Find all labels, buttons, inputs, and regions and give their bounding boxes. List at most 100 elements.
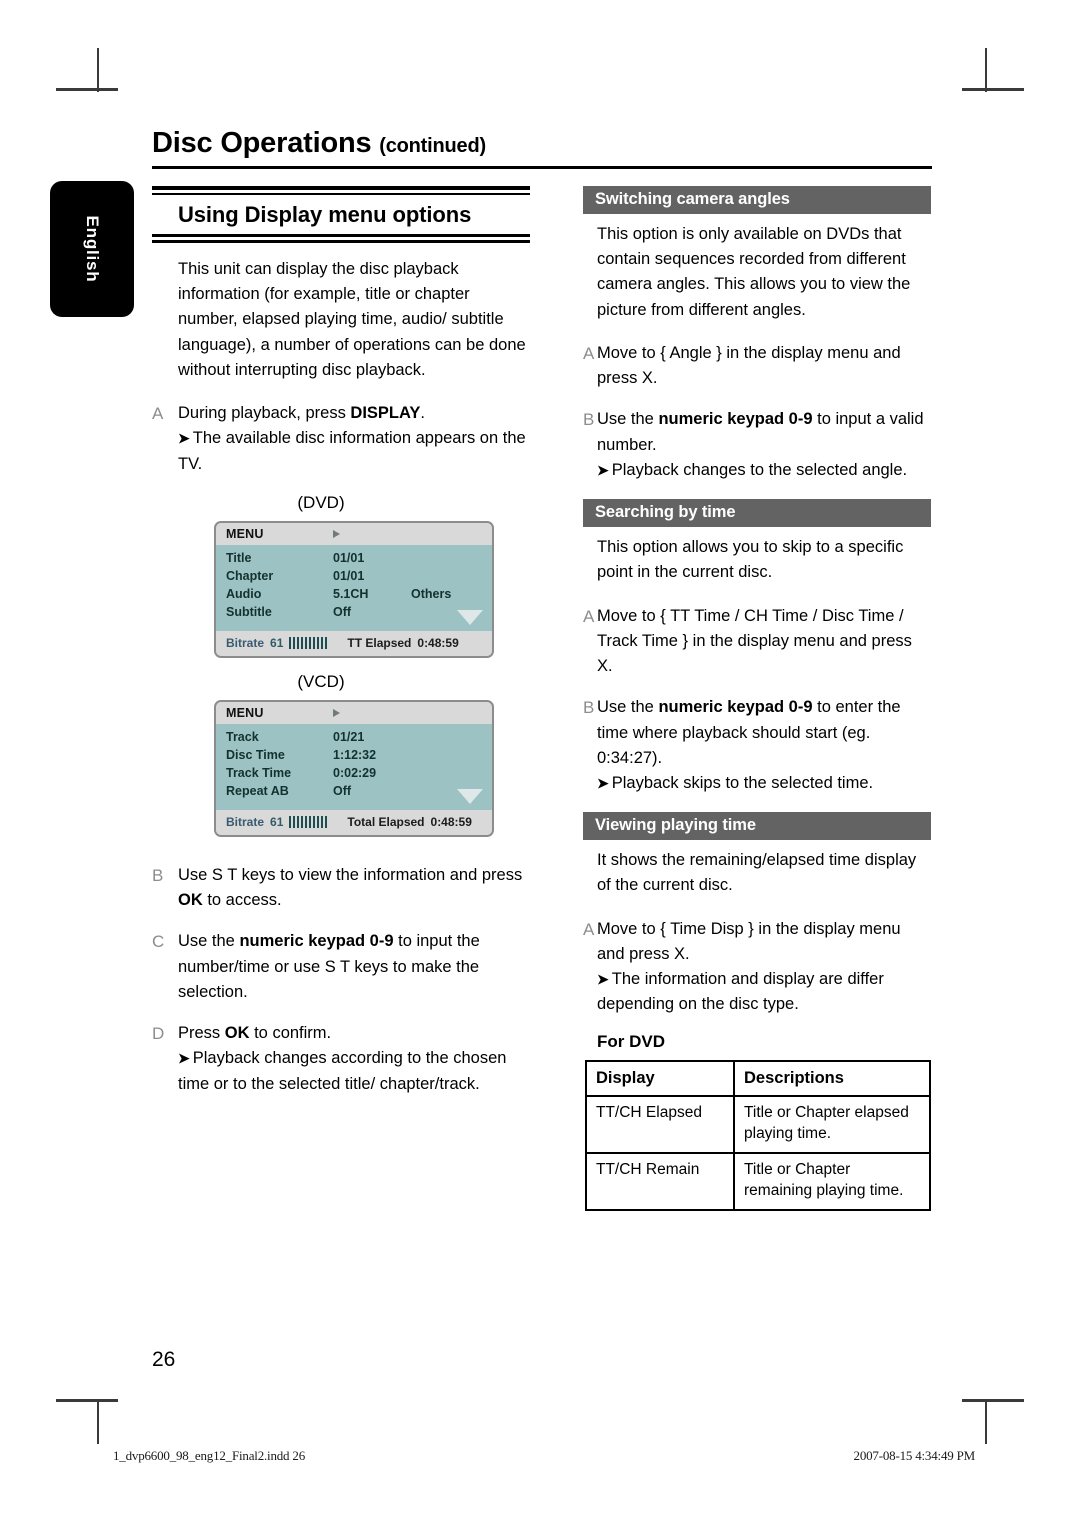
table-cell-display: TT/CH Elapsed: [585, 1094, 735, 1154]
crop-mark-bottom-right-vertical: [985, 1400, 987, 1444]
section-heading-searching-by-time: Searching by time: [583, 499, 931, 528]
step-text-before: Use the: [597, 698, 659, 717]
step-bold-term: OK: [224, 1024, 250, 1043]
page-title-continued: (continued): [379, 135, 486, 157]
step-marker: A: [152, 404, 164, 424]
page-number: 26: [152, 1348, 176, 1371]
osd-time-value: 0:48:59: [430, 815, 472, 830]
footer-filename: 1_dvp6600_98_eng12_Final2.indd 26: [113, 1448, 306, 1463]
step-arrow-note-line: ➤ Playback changes to the selected angle.: [597, 458, 931, 483]
crop-mark-bottom-left-horizontal: [56, 1399, 118, 1402]
step-marker: C: [152, 932, 165, 952]
step-text-before: Use the: [178, 932, 240, 951]
osd-row-key: Chapter: [226, 568, 274, 583]
step-text-before: Use the: [597, 410, 659, 429]
osd-bitrate-label: Bitrate: [226, 636, 265, 651]
angles-step-b: B Use the numeric keypad 0-9 to input a …: [583, 407, 931, 483]
section-title: Using Display menu options: [178, 202, 472, 227]
section-intro: This option allows you to skip to a spec…: [597, 538, 904, 582]
table-row: TT/CH Remain Title or Chapter remaining …: [585, 1151, 931, 1211]
table-header-row: Display Descriptions: [585, 1059, 931, 1097]
step-marker: A: [583, 606, 595, 626]
step-arrow-note-line: ➤ Playback skips to the selected time.: [597, 771, 931, 796]
play-triangle-icon: [333, 708, 340, 717]
step-arrow-note-line: ➤ Playback changes according to the chose…: [178, 1046, 530, 1096]
osd-row-value: 0:02:29: [333, 765, 377, 780]
osd-row: Repeat AB Off: [216, 782, 492, 800]
crop-mark-top-left-horizontal: [56, 88, 118, 91]
osd-header: MENU: [216, 522, 492, 545]
osd-row-value: Off: [333, 783, 352, 798]
osd-bitrate-label: Bitrate: [226, 815, 265, 830]
arrow-icon: ➤: [597, 461, 609, 478]
right-column: Switching camera angles This option is o…: [583, 186, 931, 1211]
step-b: B Use S T keys to view the information a…: [152, 863, 530, 913]
arrow-icon: ➤: [597, 971, 609, 988]
osd-row-value: 01/01: [333, 568, 365, 583]
section-title-block: Using Display menu options: [152, 186, 530, 243]
osd-row-key: Subtitle: [226, 604, 272, 619]
arrow-icon: ➤: [178, 1050, 190, 1067]
page-title-main: Disc Operations: [152, 127, 372, 159]
osd-header: MENU: [216, 701, 492, 724]
osd-row-key: Audio: [226, 586, 262, 601]
page-title-rule: [152, 166, 932, 170]
search-step-b: B Use the numeric keypad 0-9 to enter th…: [583, 695, 931, 796]
step-text-after: to confirm.: [249, 1024, 332, 1043]
vcd-figure-caption: (VCD): [297, 671, 345, 691]
crop-mark-bottom-right-horizontal: [962, 1399, 1024, 1402]
crop-mark-bottom-left-vertical: [97, 1400, 99, 1444]
step-marker: A: [583, 919, 595, 939]
step-a: A During playback, press DISPLAY. ➤ The a…: [152, 401, 530, 477]
osd-menu-label: MENU: [226, 526, 264, 541]
step-bold-term: numeric keypad 0-9: [658, 410, 813, 429]
step-marker: D: [152, 1024, 165, 1044]
osd-time-label: Total Elapsed: [347, 815, 425, 830]
osd-rows: Track 01/21 Disc Time 1:12:32 Track Time…: [216, 724, 492, 810]
osd-row: Subtitle Off: [216, 603, 492, 621]
step-text-before: Move to { Time Disp } in the display men…: [597, 919, 901, 963]
table-cell-display: TT/CH Remain: [585, 1151, 735, 1211]
arrow-icon: ➤: [597, 774, 609, 791]
page-title: Disc Operations (continued): [152, 128, 932, 158]
arrow-icon: ➤: [178, 430, 190, 447]
bitrate-bars-icon: [289, 637, 330, 650]
step-arrow-note: Playback changes to the selected angle.: [611, 460, 908, 479]
section-heading-viewing-playing-time: Viewing playing time: [583, 812, 931, 841]
osd-row-key: Repeat AB: [226, 783, 289, 798]
section-heading-switching-camera-angles: Switching camera angles: [583, 186, 931, 214]
step-arrow-note: Playback changes according to the chosen…: [178, 1049, 507, 1093]
step-bold-term: OK: [178, 891, 203, 910]
osd-menu-label: MENU: [226, 705, 264, 720]
step-arrow-note: Playback skips to the selected time.: [611, 773, 874, 792]
page-title-block: Disc Operations (continued): [152, 128, 932, 170]
step-text-before: Press: [178, 1024, 225, 1043]
step-arrow-note-line: ➤ The information and display are differ …: [597, 967, 931, 1017]
osd-row-key: Title: [226, 550, 252, 565]
step-text-before: During playback, press: [178, 404, 351, 423]
osd-row-value: Off: [333, 604, 352, 619]
language-tab: English: [50, 181, 134, 317]
step-marker: A: [583, 343, 595, 363]
step-bold-term: numeric keypad 0-9: [658, 698, 813, 717]
language-tab-label: English: [83, 215, 102, 283]
viewing-step-a: A Move to { Time Disp } in the display m…: [583, 917, 931, 1018]
step-bold-term: numeric keypad 0-9: [239, 932, 394, 951]
chevron-down-icon: [457, 788, 483, 804]
step-bold-term: DISPLAY: [350, 404, 421, 423]
section-rule-bottom: [152, 234, 530, 243]
osd-row-value: 1:12:32: [333, 747, 377, 762]
crop-mark-top-right-horizontal: [962, 88, 1024, 91]
osd-row-extra: Others: [411, 586, 452, 601]
osd-bitrate-value: 61: [270, 815, 284, 830]
osd-row: Chapter 01/01: [216, 567, 492, 585]
step-text-before: Move to { Angle } in the display menu an…: [597, 343, 901, 388]
bitrate-bars-icon: [289, 816, 330, 829]
footer-timestamp: 2007-08-15 4:34:49 PM: [853, 1448, 976, 1463]
crop-mark-top-left-vertical: [97, 48, 99, 92]
step-arrow-note: The available disc information appears o…: [178, 429, 526, 473]
osd-row: Track 01/21: [216, 728, 492, 746]
osd-footer: Bitrate 61 Total Elapsed 0:48:59: [216, 809, 492, 835]
dvd-figure-caption: (DVD): [297, 492, 345, 512]
step-arrow-note-line: ➤ The available disc information appears …: [178, 426, 530, 476]
